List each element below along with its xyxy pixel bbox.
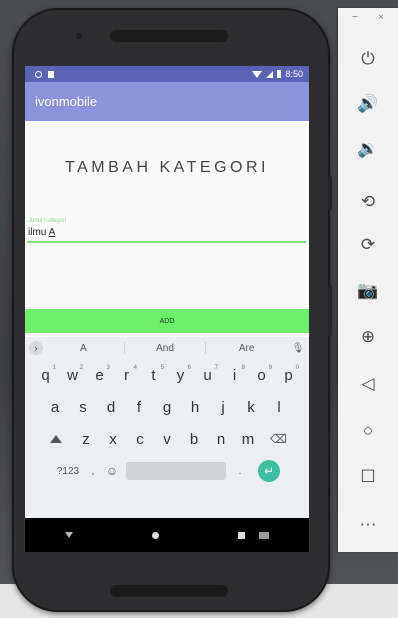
zoom-icon[interactable]: ⊕: [353, 324, 383, 350]
key-l[interactable]: l: [265, 399, 293, 416]
key-c[interactable]: c: [127, 431, 154, 448]
overview-icon[interactable]: ☐: [353, 464, 383, 490]
keyboard-row-2: a s d f g h j k l: [25, 391, 309, 423]
key-i[interactable]: i8: [221, 365, 248, 384]
nav-recents-icon[interactable]: [238, 531, 246, 539]
bottom-speaker: [110, 585, 228, 597]
volume-down-icon[interactable]: 🔉: [353, 136, 383, 162]
key-e[interactable]: e3: [86, 365, 113, 384]
category-title-field[interactable]: Judul Kategori ilmu A: [27, 218, 306, 243]
key-v[interactable]: v: [154, 431, 181, 448]
app-title: ivonmobile: [35, 94, 98, 109]
key-g[interactable]: g: [153, 399, 181, 416]
power-button: [328, 286, 332, 336]
phone-screen: 8:50 ivonmobile TAMBAH KATEGORI Judul Ka…: [25, 66, 309, 552]
back-icon[interactable]: ◁: [353, 371, 383, 397]
key-k[interactable]: k: [237, 399, 265, 416]
close-icon[interactable]: ×: [378, 12, 384, 23]
key-b[interactable]: b: [181, 431, 208, 448]
key-z[interactable]: z: [73, 431, 100, 448]
front-camera: [76, 33, 82, 39]
suggestion-strip: › A And Are 🎙: [25, 337, 309, 359]
app-bar: ivonmobile: [25, 82, 309, 121]
volume-up-icon[interactable]: 🔊: [353, 91, 383, 117]
soft-keyboard: › A And Are 🎙 q1 w2 e3 r4 t5 y6 u7 i8 o9…: [25, 337, 309, 518]
key-q[interactable]: q1: [32, 365, 59, 384]
add-button[interactable]: ADD: [25, 309, 309, 333]
nav-back-icon[interactable]: [64, 532, 73, 538]
key-p[interactable]: p0: [275, 365, 302, 384]
expand-suggestions-icon[interactable]: ›: [29, 341, 43, 355]
key-f[interactable]: f: [125, 399, 153, 416]
key-o[interactable]: o9: [248, 365, 275, 384]
key-j[interactable]: j: [209, 399, 237, 416]
battery-icon: [277, 70, 282, 78]
key-h[interactable]: h: [181, 399, 209, 416]
status-bar: 8:50: [25, 66, 309, 82]
notification-icon: [35, 70, 42, 78]
top-speaker: [110, 30, 228, 42]
minimize-icon[interactable]: −: [352, 12, 358, 23]
rotate-left-icon[interactable]: ⟲: [353, 189, 383, 215]
keyboard-switch-icon[interactable]: [259, 531, 270, 539]
more-icon[interactable]: ···: [353, 511, 383, 537]
key-w[interactable]: w2: [59, 365, 86, 384]
emulator-toolbar: − × ⏻ 🔊 🔉 ⟲ ⟳ 📷 ⊕ ◁ ○ ☐ ···: [338, 8, 398, 552]
navigation-bar: [25, 518, 309, 552]
key-y[interactable]: y6: [167, 365, 194, 384]
key-s[interactable]: s: [69, 399, 97, 416]
enter-icon[interactable]: ↵: [258, 460, 280, 482]
microphone-icon[interactable]: 🎙: [287, 343, 309, 354]
volume-button: [328, 176, 332, 210]
backspace-icon[interactable]: ⌫: [262, 432, 296, 446]
space-bar[interactable]: [126, 462, 226, 480]
keyboard-row-4: ?123 , ☺ . ↵: [25, 455, 309, 487]
symbols-key[interactable]: ?123: [54, 466, 82, 477]
suggestion-2[interactable]: And: [125, 343, 206, 354]
suggestion-3[interactable]: Are: [206, 343, 287, 354]
keyboard-row-1: q1 w2 e3 r4 t5 y6 u7 i8 o9 p0: [25, 359, 309, 391]
field-underline: [27, 241, 306, 243]
nav-home-icon[interactable]: [151, 531, 159, 539]
home-icon[interactable]: ○: [353, 418, 383, 444]
page-title: TAMBAH KATEGORI: [65, 159, 269, 176]
key-n[interactable]: n: [208, 431, 235, 448]
key-x[interactable]: x: [100, 431, 127, 448]
keyboard-row-3: z x c v b n m ⌫: [25, 423, 309, 455]
field-value[interactable]: ilmu A: [27, 227, 306, 239]
power-icon[interactable]: ⏻: [353, 46, 383, 72]
sd-card-icon: [48, 70, 54, 78]
key-m[interactable]: m: [235, 431, 262, 448]
key-r[interactable]: r4: [113, 365, 140, 384]
signal-icon: [266, 70, 274, 78]
shift-icon[interactable]: [39, 430, 73, 448]
emoji-icon[interactable]: ☺: [104, 464, 120, 478]
field-label: Judul Kategori: [28, 218, 67, 224]
period-key[interactable]: .: [232, 466, 248, 477]
status-time: 8:50: [285, 69, 303, 79]
key-a[interactable]: a: [41, 399, 69, 416]
key-t[interactable]: t5: [140, 365, 167, 384]
rotate-right-icon[interactable]: ⟳: [353, 232, 383, 258]
camera-icon[interactable]: 📷: [353, 278, 383, 304]
comma-key[interactable]: ,: [82, 466, 104, 477]
wifi-icon: [252, 70, 263, 78]
key-d[interactable]: d: [97, 399, 125, 416]
suggestion-1[interactable]: A: [43, 343, 124, 354]
key-u[interactable]: u7: [194, 365, 221, 384]
